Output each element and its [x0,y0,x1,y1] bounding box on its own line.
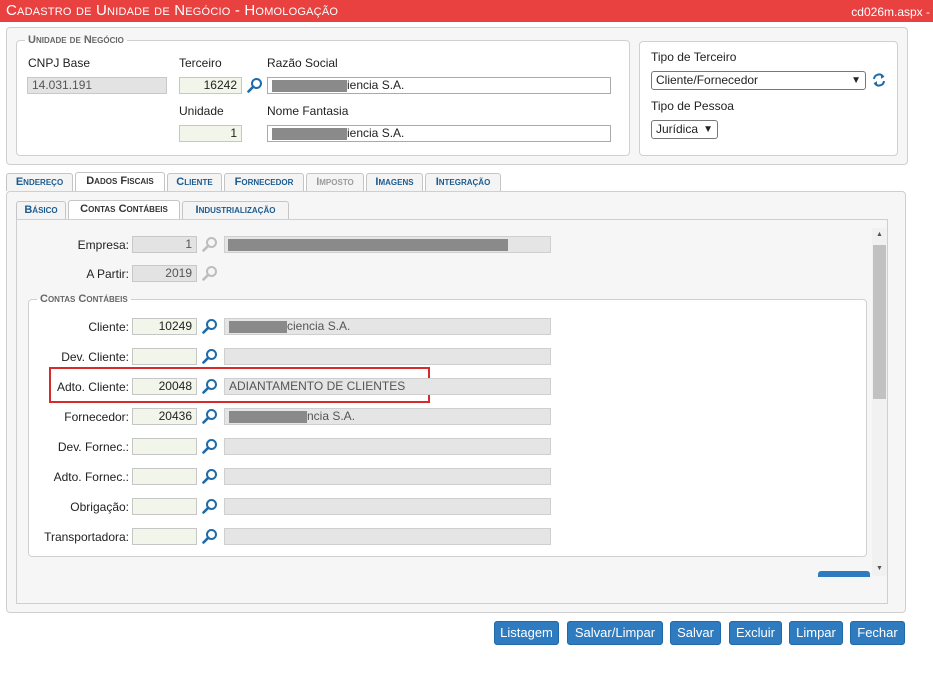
tipo-pessoa-label: Tipo de Pessoa [651,99,734,113]
search-icon[interactable] [202,528,218,544]
refresh-icon[interactable] [871,72,887,88]
search-icon[interactable] [202,348,218,364]
conta-dev-cliente-description [224,348,551,365]
search-icon[interactable] [202,378,218,394]
conta-fornecedor-desc-text: ncia S.A. [307,409,356,423]
search-icon[interactable] [202,438,218,454]
salvar-button[interactable]: Salvar [670,621,721,645]
scrollbar-thumb[interactable] [873,245,886,399]
contas-legend: Contas Contábeis [40,293,128,305]
search-icon[interactable] [202,408,218,424]
tipo-pessoa-select[interactable]: Jurídica ▼ [651,120,718,139]
nome-fantasia-value: iencia S.A. [347,126,405,140]
conta-transportadora-description [224,528,551,545]
tipo-pessoa-value: Jurídica [656,122,699,136]
search-icon[interactable] [202,498,218,514]
conta-dev-fornec-code[interactable] [132,438,197,455]
tipo-terceiro-select[interactable]: Cliente/Fornecedor ▼ [651,71,866,90]
excluir-button[interactable]: Excluir [729,621,782,645]
empresa-label: Empresa: [77,238,129,252]
fechar-button[interactable]: Fechar [850,621,905,645]
cnpj-label: CNPJ Base [28,56,91,70]
conta-fornecedor-description: ncia S.A. [224,408,551,425]
razao-label: Razão Social [267,56,338,70]
conta-adto-fornec-code[interactable] [132,468,197,485]
tab-integracao[interactable]: Integração [425,173,501,191]
conta-transportadora-label: Transportadora: [44,530,129,544]
tipo-terceiro-label: Tipo de Terceiro [651,50,737,64]
redacted-block [272,127,347,140]
empresa-field[interactable]: 1 [132,236,197,253]
conta-fornecedor-label: Fornecedor: [64,410,129,424]
limpar-button[interactable]: Limpar [789,621,843,645]
salvar-limpar-button[interactable]: Salvar/Limpar [567,621,663,645]
nome-fantasia-field[interactable]: iencia S.A. [267,125,611,142]
page-title: Cadastro de Unidade de Negócio - Homolog… [6,2,339,19]
conta-cliente-label: Cliente: [88,320,129,334]
terceiro-field[interactable]: 16242 [179,77,242,94]
subtab-industrializacao[interactable]: Industrialização [182,201,289,219]
tab-fornecedor[interactable]: Fornecedor [224,173,304,191]
conta-dev-cliente-code[interactable] [132,348,197,365]
search-icon[interactable] [202,318,218,334]
redacted-block [228,239,508,251]
scroll-down-icon[interactable]: ▼ [874,564,885,574]
search-icon[interactable] [202,468,218,484]
conta-obrigacao-description [224,498,551,515]
tab-dados-fiscais[interactable]: Dados Fiscais [75,172,165,192]
redacted-block [229,320,287,333]
conta-transportadora-code[interactable] [132,528,197,545]
unidade-legend: Unidade de Negócio [28,34,124,46]
search-icon [202,266,217,281]
razao-social-value: iencia S.A. [347,78,405,92]
conta-adto-cliente-code[interactable]: 20048 [132,378,197,395]
conta-cliente-desc-text: ciencia S.A. [287,319,351,333]
tab-endereco[interactable]: Endereço [6,173,73,191]
conta-fornecedor-code[interactable]: 20436 [132,408,197,425]
chevron-down-icon: ▼ [851,75,861,86]
search-icon [202,237,217,252]
conta-adto-fornec-description [224,468,551,485]
search-icon[interactable] [247,77,263,93]
page-filename: cd026m.aspx - [851,5,930,19]
unidade-label: Unidade [179,104,224,118]
listagem-button[interactable]: Listagem [494,621,559,645]
tab-imposto: Imposto [306,173,364,191]
conta-dev-fornec-description [224,438,551,455]
tab-cliente[interactable]: Cliente [167,173,222,191]
fantasia-label: Nome Fantasia [267,104,349,118]
unidade-field[interactable]: 1 [179,125,242,142]
subtab-contas-contabeis[interactable]: Contas Contábeis [68,200,180,220]
redacted-block [229,410,307,423]
conta-obrigacao-code[interactable] [132,498,197,515]
subtab-basico[interactable]: Básico [16,201,66,219]
conta-cliente-code[interactable]: 10249 [132,318,197,335]
chevron-down-icon: ▼ [703,124,713,135]
redacted-block [272,79,347,92]
tipo-terceiro-value: Cliente/Fornecedor [656,73,759,87]
title-bar: Cadastro de Unidade de Negócio - Homolog… [0,0,933,22]
apartir-label: A Partir: [86,267,129,281]
terceiro-label: Terceiro [179,56,222,70]
hidden-action-button[interactable] [818,571,870,577]
conta-dev-fornec-label: Dev. Fornec.: [57,440,129,454]
tab-imagens[interactable]: Imagens [366,173,423,191]
conta-cliente-description: ciencia S.A. [224,318,551,335]
conta-adto-fornec-label: Adto. Fornec.: [53,470,129,484]
conta-dev-cliente-label: Dev. Cliente: [61,350,129,364]
conta-adto-cliente-description: ADIANTAMENTO DE CLIENTES [224,378,551,395]
razao-social-field[interactable]: iencia S.A. [267,77,611,94]
apartir-field[interactable]: 2019 [132,265,197,282]
cnpj-field[interactable]: 14.031.191 [27,77,167,94]
conta-obrigacao-label: Obrigação: [70,500,129,514]
conta-adto-cliente-label: Adto. Cliente: [56,380,129,394]
scroll-up-icon[interactable]: ▲ [874,230,885,240]
